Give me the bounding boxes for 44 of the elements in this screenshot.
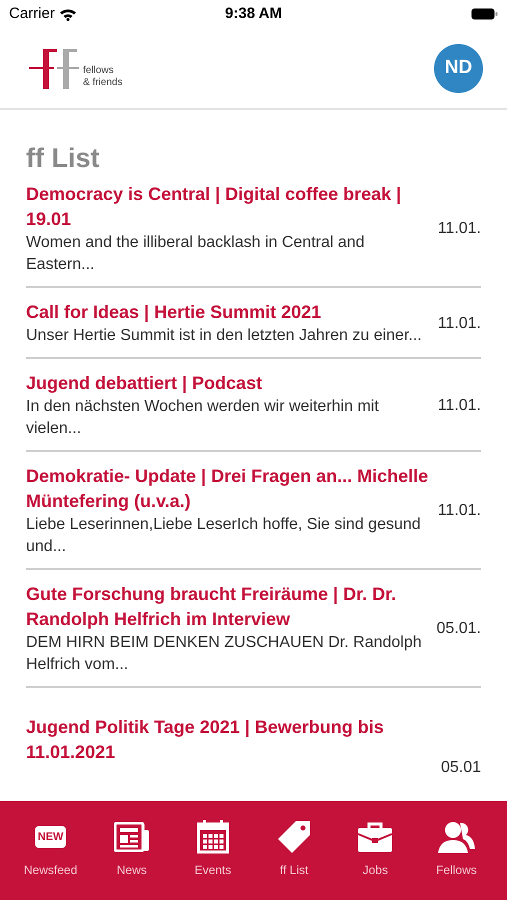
item-date: 11.01.: [438, 314, 481, 334]
tab-button[interactable]: NEW Newsfeed: [10, 819, 92, 879]
item-excerpt: In den nächsten Wochen werden wir weiterhin mit vielen...: [26, 397, 380, 439]
item-excerpt: Liebe Leserinnen,Liebe LeserIch hoffe, Sie sind gesund und...: [26, 515, 422, 557]
logo-text: & friends: [83, 77, 122, 89]
item-date: 11.01.: [438, 396, 481, 416]
item-date: 11.01.: [438, 219, 481, 239]
battery-icon: [471, 8, 498, 20]
wifi-icon: [58, 8, 77, 20]
item-title: Demokratie- Update | Drei Fragen an... Michelle Müntefering (u.v.a.): [26, 465, 430, 513]
people-icon: [436, 819, 476, 855]
list-item[interactable]: Demokratie- Update | Drei Fragen an... Michelle Müntefering (u.v.a.) Liebe Leserinnen,Liebe LeserIch hoffe, Sie sind gesund und... 11.01.: [26, 464, 481, 570]
tag-icon: [276, 819, 312, 855]
item-title: Jugend debattiert | Podcast: [26, 372, 264, 395]
list-item[interactable]: Jugend debattiert | Podcast In den nächsten Wochen werden wir weiterhin mit vielen... 11.01.: [26, 371, 481, 452]
list-item[interactable]: Call for Ideas | Hertie Summit 2021 Unser Hertie Summit ist in den letzten Jahren zu einer... 11.01.: [26, 300, 481, 359]
list-item[interactable]: Gute Forschung braucht Freiräume | Dr. Dr. Randolph Helfrich im Interview DEM HIRN BEIM DENKEN ZUSCHAUEN Dr. Randolph Helfrich vom... 05.01.: [26, 582, 481, 688]
item-date: 05.01.: [436, 619, 481, 639]
page-title: ff List: [26, 142, 100, 174]
user-avatar[interactable]: ND: [434, 44, 483, 92]
tab-button[interactable]: ff List: [254, 819, 335, 879]
clock-time: 9:38 AM: [225, 4, 282, 24]
item-excerpt: Unser Hertie Summit ist in den letzten Jahren zu einer...: [26, 326, 423, 346]
item-title: Gute Forschung braucht Freiräume | Dr. Dr. Randolph Helfrich im Interview: [26, 583, 398, 631]
tab-button[interactable]: Events: [172, 819, 254, 879]
newspaper-icon: [114, 822, 150, 852]
item-title: Call for Ideas | Hertie Summit 2021: [26, 301, 322, 324]
logo-text: fellows: [83, 65, 115, 77]
item-date: 05.01: [440, 758, 481, 778]
tab-button[interactable]: News: [91, 819, 172, 879]
item-title: Jugend Politik Tage 2021 | Bewerbung bis 11.01.2021: [26, 716, 385, 764]
item-title: Democracy is Central | Digital coffee break | 19.01: [26, 183, 402, 231]
logo-icon: [29, 47, 79, 89]
new-icon: NEW: [34, 826, 66, 848]
item-date: 11.01.: [438, 501, 481, 521]
calendar-icon: [196, 820, 229, 854]
tab-button[interactable]: Jobs: [334, 819, 416, 879]
tab-button[interactable]: Fellows: [416, 819, 498, 879]
item-excerpt: Women and the illiberal backlash in Central and Eastern...: [26, 233, 366, 275]
list-item[interactable]: Jugend Politik Tage 2021 | Bewerbung bis 11.01.2021 05.01: [26, 700, 481, 780]
briefcase-icon: [357, 821, 394, 853]
list-item[interactable]: Democracy is Central | Digital coffee break | 19.01 Women and the illiberal backlash in Central and Eastern... 11.01.: [26, 182, 481, 288]
item-excerpt: DEM HIRN BEIM DENKEN ZUSCHAUEN Dr. Randolph Helfrich vom...: [26, 633, 423, 675]
carrier-label: Carrier: [9, 4, 55, 24]
